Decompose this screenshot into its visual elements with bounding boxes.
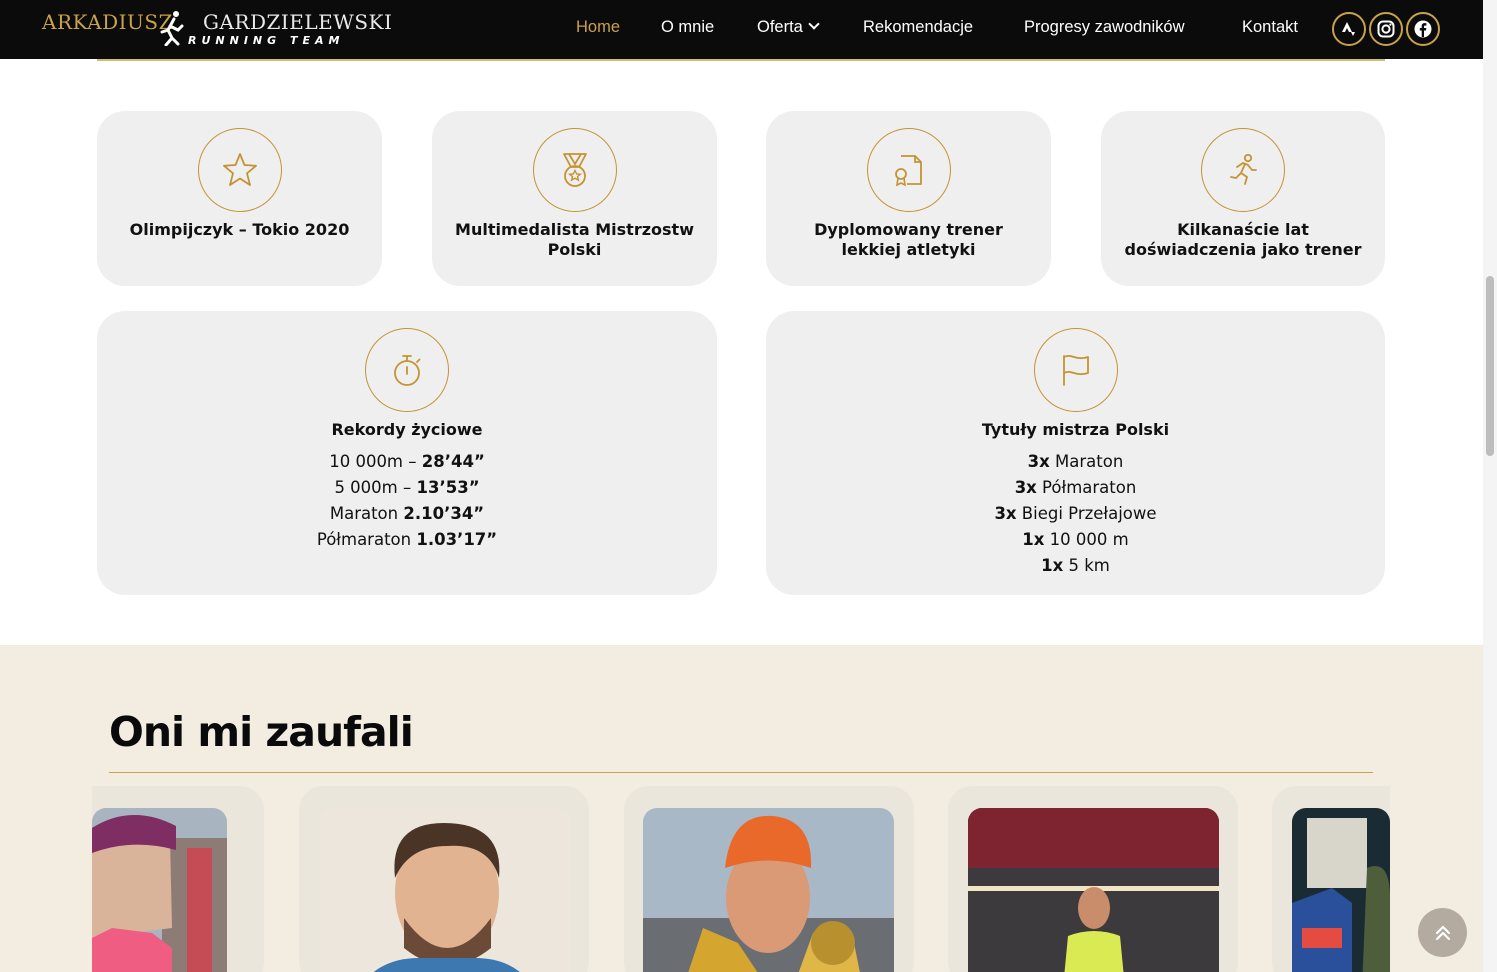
title-line: 3x Biegi Przełajowe <box>766 501 1385 527</box>
portrait-marathoner-image <box>643 808 894 972</box>
portrait-night-race-image <box>1292 808 1390 972</box>
feature-title: Dyplomowany trener lekkiej atletyki <box>814 220 1003 259</box>
facebook-link[interactable] <box>1406 12 1440 46</box>
medal-icon-badge <box>532 128 617 212</box>
title-count: 3x <box>1014 478 1037 497</box>
title-label: Maraton <box>1049 452 1124 471</box>
runner-icon <box>1230 153 1257 185</box>
nav-progresy[interactable]: Progresy zawodników <box>1024 18 1185 37</box>
feature-card-medalist: Multimedalista Mistrzostw Polski <box>432 111 717 286</box>
double-chevron-up-icon <box>1435 925 1450 940</box>
nav-oferta[interactable]: Oferta <box>757 18 820 37</box>
title-line: 3x Półmaraton <box>766 475 1385 501</box>
testimonial-card[interactable] <box>1272 786 1390 972</box>
title-label: Półmaraton <box>1036 478 1137 497</box>
record-label: Półmaraton <box>316 530 417 549</box>
certificate-icon-badge <box>866 128 951 212</box>
title-count: 3x <box>1027 452 1050 471</box>
record-label: Maraton <box>329 504 404 523</box>
feature-card-olympian: Olimpijczyk – Tokio 2020 <box>97 111 382 286</box>
title-line: 3x Maraton <box>766 449 1385 475</box>
logo-first-name: ARKADIUSZ <box>42 10 173 34</box>
record-line: Maraton 2.10’34” <box>97 501 717 527</box>
testimonial-card[interactable] <box>948 786 1238 972</box>
testimonial-photo <box>1292 808 1390 972</box>
star-icon-badge <box>197 128 282 212</box>
page: ARKADIUSZ GARDZIELEWSKI RUNNING TEAM Home… <box>0 0 1497 972</box>
titles-card: Tytuły mistrza Polski 3x Maraton 3x Półm… <box>766 311 1385 595</box>
record-value: 28’44” <box>421 452 485 471</box>
site-header: ARKADIUSZ GARDZIELEWSKI RUNNING TEAM Home… <box>0 0 1483 59</box>
facebook-icon <box>1414 20 1432 38</box>
record-value: 13’53” <box>416 478 480 497</box>
feature-title: Kilkanaście lat doświadczenia jako trene… <box>1124 220 1362 259</box>
title-count: 1x <box>1041 556 1064 575</box>
portrait-woman-image <box>92 808 227 972</box>
title-label: 10 000 m <box>1044 530 1129 549</box>
title-label: 5 km <box>1063 556 1110 575</box>
nav-kontakt[interactable]: Kontakt <box>1242 18 1298 37</box>
testimonial-photo <box>643 808 894 972</box>
flag-icon <box>1062 354 1089 386</box>
testimonials-heading: Oni mi zaufali <box>109 708 414 756</box>
feature-card-experience: Kilkanaście lat doświadczenia jako trene… <box>1101 111 1385 286</box>
logo-tagline: RUNNING TEAM <box>188 34 345 47</box>
back-to-top-button[interactable] <box>1418 908 1467 957</box>
feature-card-coach-diploma: Dyplomowany trener lekkiej atletyki <box>766 111 1051 286</box>
portrait-man-image <box>319 808 570 972</box>
feature-title: Olimpijczyk – Tokio 2020 <box>129 220 350 239</box>
record-label: 5 000m – <box>334 478 417 497</box>
testimonial-photo <box>92 808 227 972</box>
runner-logo-icon <box>160 11 184 46</box>
testimonial-card[interactable] <box>624 786 914 972</box>
records-list: 10 000m – 28’44” 5 000m – 13’53” Maraton… <box>97 449 717 553</box>
title-line: 1x 10 000 m <box>766 527 1385 553</box>
record-line: Półmaraton 1.03’17” <box>97 527 717 553</box>
records-card: Rekordy życiowe 10 000m – 28’44” 5 000m … <box>97 311 717 595</box>
site-logo[interactable]: ARKADIUSZ GARDZIELEWSKI RUNNING TEAM <box>42 8 392 52</box>
testimonial-photo <box>968 808 1219 972</box>
strava-icon <box>1342 22 1355 36</box>
titles-list: 3x Maraton 3x Półmaraton 3x Biegi Przeła… <box>766 449 1385 579</box>
title-count: 1x <box>1022 530 1045 549</box>
record-value: 2.10’34” <box>403 504 485 523</box>
feature-title: Multimedalista Mistrzostw Polski <box>455 220 694 259</box>
scrollbar-thumb[interactable] <box>1486 276 1494 456</box>
title-label: Biegi Przełajowe <box>1016 504 1157 523</box>
page-scrollbar[interactable] <box>1483 0 1497 972</box>
instagram-link[interactable] <box>1369 12 1403 46</box>
records-title: Rekordy życiowe <box>331 420 483 439</box>
logo-wordmark: ARKADIUSZ GARDZIELEWSKI <box>42 10 392 34</box>
record-label: 10 000m – <box>329 452 422 471</box>
chevron-down-icon <box>808 18 820 30</box>
record-line: 5 000m – 13’53” <box>97 475 717 501</box>
nav-oferta-label: Oferta <box>757 18 803 36</box>
titles-title: Tytuły mistrza Polski <box>981 420 1170 439</box>
section-divider <box>97 59 1385 61</box>
star-icon <box>222 153 257 186</box>
strava-link[interactable] <box>1332 12 1366 46</box>
portrait-runner-stadium-image <box>968 808 1219 972</box>
medal-icon <box>562 153 587 187</box>
record-value: 1.03’17” <box>416 530 498 549</box>
logo-last-name: GARDZIELEWSKI <box>202 10 393 34</box>
testimonial-card[interactable] <box>299 786 589 972</box>
runner-icon-badge <box>1201 128 1285 212</box>
title-line: 1x 5 km <box>766 553 1385 579</box>
heading-underline <box>109 772 1373 773</box>
title-count: 3x <box>994 504 1017 523</box>
nav-home[interactable]: Home <box>576 18 620 37</box>
certificate-icon <box>894 155 922 187</box>
stopwatch-icon <box>394 355 421 386</box>
testimonial-card[interactable] <box>92 786 264 972</box>
instagram-icon <box>1377 20 1395 38</box>
testimonial-photo <box>319 808 570 972</box>
testimonials-slider[interactable] <box>92 786 1390 972</box>
flag-icon-badge <box>1033 328 1118 412</box>
stopwatch-icon-badge <box>365 328 449 412</box>
nav-o-mnie[interactable]: O mnie <box>661 18 714 37</box>
nav-rekomendacje[interactable]: Rekomendacje <box>863 18 973 37</box>
record-line: 10 000m – 28’44” <box>97 449 717 475</box>
